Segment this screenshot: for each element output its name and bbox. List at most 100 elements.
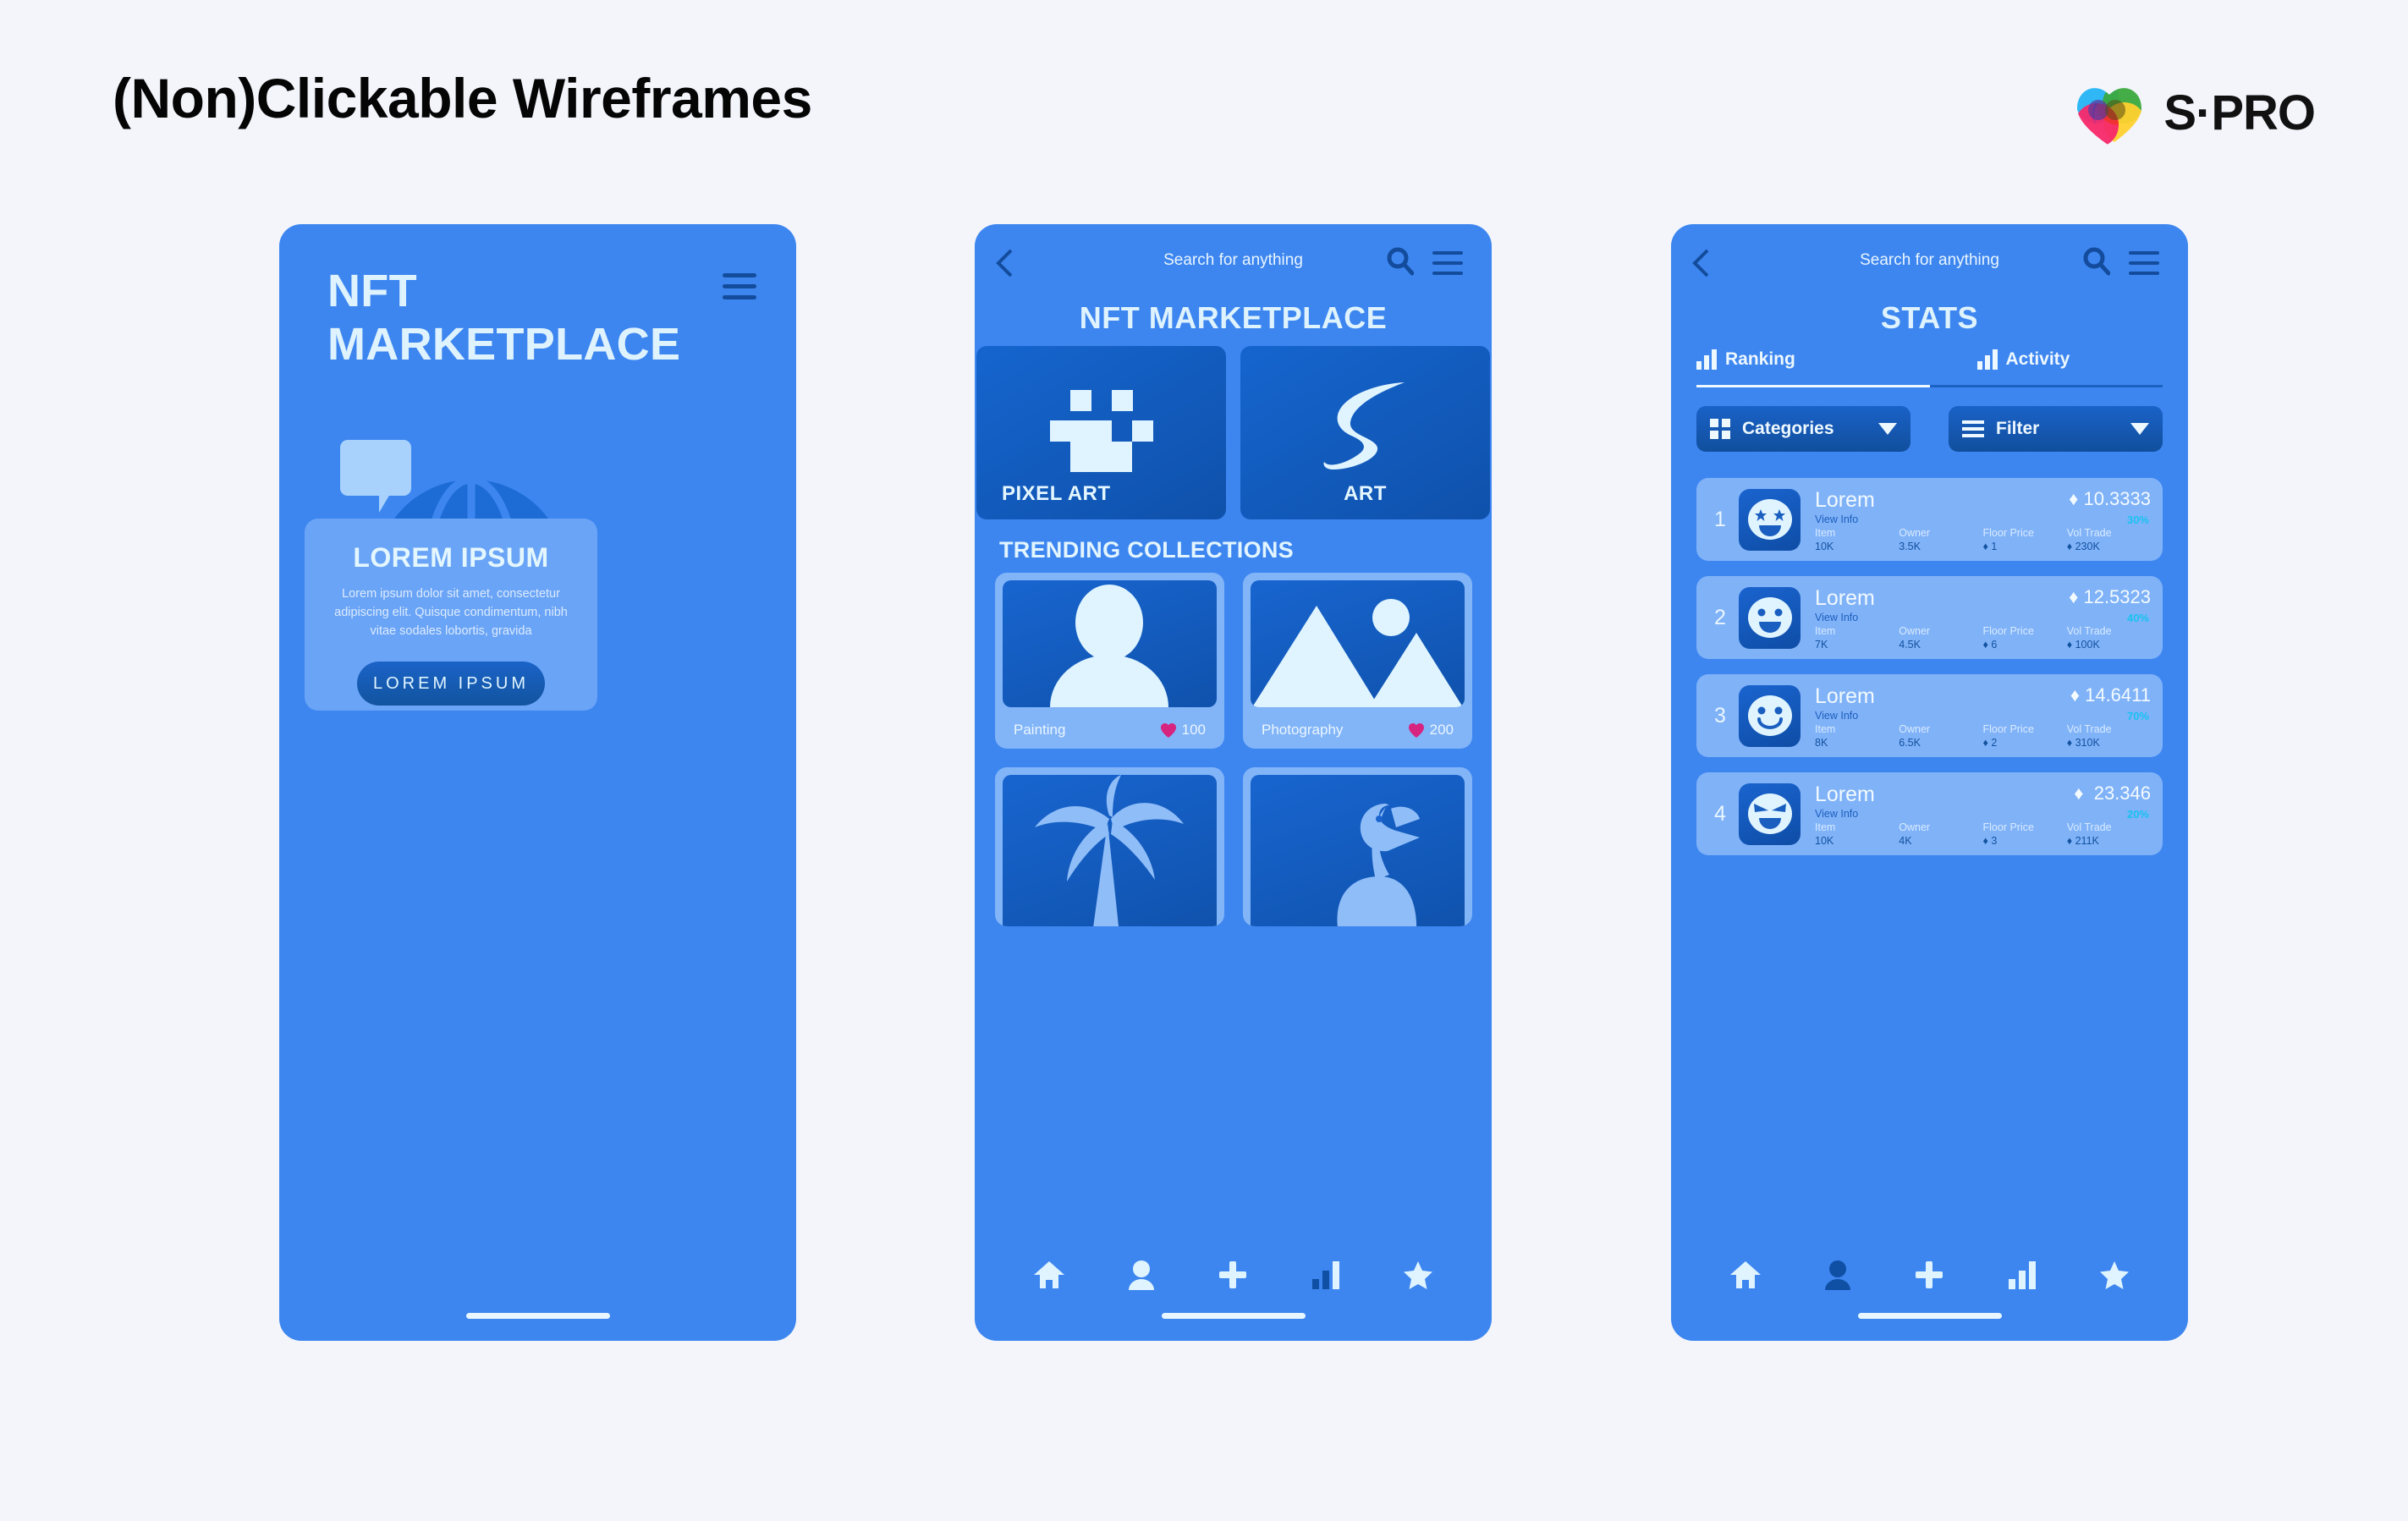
search-icon[interactable] — [1387, 247, 1415, 276]
category-tile-pixel-art[interactable]: PIXEL ART — [976, 346, 1226, 519]
table-row[interactable]: 3 Lorem View Info ♦ 14.6411 70% Item 8K … — [1696, 674, 2163, 757]
view-info-link[interactable]: View Info — [1815, 513, 2151, 525]
palm-tree-icon — [1003, 775, 1217, 926]
chevron-down-icon — [2130, 423, 2149, 435]
collection-likes: 200 — [1408, 722, 1454, 739]
person-avatar-icon — [1003, 580, 1217, 707]
phone-screen-stats: Search for anything STATS Ranking Activi… — [1671, 224, 2188, 1341]
screen3-title: STATS — [1880, 300, 1979, 335]
person-icon[interactable] — [1824, 1260, 1851, 1290]
s-swirl-icon — [1319, 378, 1412, 480]
table-row[interactable]: 4 Lorem View Info ♦ 23.346 20% Item 10K … — [1696, 772, 2163, 855]
search-input[interactable]: Search for anything — [1860, 251, 1999, 270]
stat-item: Item 10K — [1815, 821, 1836, 847]
tab-label: Activity — [2005, 349, 2070, 369]
stat-floor-price: Floor Price ♦ 2 — [1982, 723, 2034, 749]
search-input[interactable]: Search for anything — [1163, 251, 1303, 270]
item-price: ♦ 23.346 — [2074, 782, 2151, 804]
collection-meta: Painting 100 — [1014, 722, 1206, 739]
phone-screen-home: NFT MARKETPLACE LOREM IPSUM Lorem ipsum … — [279, 224, 796, 1341]
ranking-list: 1 Lorem View Info ♦ 10.3333 30% Item 10K… — [1696, 478, 2163, 855]
item-price: ♦ 10.3333 — [2069, 488, 2151, 509]
page-title: (Non)Clickable Wireframes — [113, 67, 812, 129]
bar-chart-icon — [1976, 349, 1998, 370]
plus-icon[interactable] — [1914, 1260, 1944, 1290]
bottom-nav — [1671, 1253, 2188, 1297]
stat-vol-trade: Vol Trade ♦ 310K — [2066, 723, 2112, 749]
stats-tabs: Ranking Activity — [1671, 349, 2188, 380]
collection-meta: Photography 200 — [1262, 722, 1454, 739]
stat-floor-price: Floor Price ♦ 1 — [1982, 527, 2034, 552]
search-icon[interactable] — [2083, 247, 2111, 276]
collection-label: Painting — [1014, 722, 1066, 738]
star-eyes-emoji — [1747, 499, 1792, 540]
avatar — [1739, 782, 1801, 845]
table-row[interactable]: 2 Lorem View Info ♦ 12.5323 40% Item 7K … — [1696, 576, 2163, 659]
devious-emoji — [1747, 793, 1792, 834]
promo-card-title: LOREM IPSUM — [353, 542, 549, 573]
home-indicator — [1857, 1313, 2002, 1319]
collection-card[interactable]: Photography 200 — [1243, 573, 1472, 749]
chevron-left-icon[interactable] — [1691, 248, 1710, 278]
collection-like-count: 200 — [1429, 722, 1454, 738]
collection-card[interactable] — [1243, 767, 1472, 926]
collection-card[interactable]: Painting 100 — [995, 573, 1224, 749]
pixel-face-icon — [1049, 390, 1153, 476]
item-price: ♦ 14.6411 — [2070, 684, 2151, 706]
row-body: Lorem View Info ♦ 23.346 20% Item 10K Own… — [1801, 779, 2151, 848]
view-info-link[interactable]: View Info — [1815, 808, 2151, 820]
tab-ranking[interactable]: Ranking — [1671, 349, 1908, 380]
stat-floor-price: Floor Price ♦ 6 — [1982, 625, 2034, 651]
plus-icon[interactable] — [1218, 1260, 1248, 1290]
collection-card[interactable] — [995, 767, 1224, 926]
tab-activity[interactable]: Activity — [1908, 349, 2189, 380]
stat-owner: Owner 4K — [1899, 821, 1931, 847]
promo-card-body: Lorem ipsum dolor sit amet, consectetur … — [334, 587, 568, 638]
row-body: Lorem View Info ♦ 10.3333 30% Item 10K Ow… — [1801, 485, 2151, 554]
stat-vol-trade: Vol Trade ♦ 230K — [2066, 527, 2112, 552]
home-icon[interactable] — [1729, 1260, 1762, 1290]
stat-vol-trade: Vol Trade ♦ 211K — [2066, 821, 2112, 847]
heart-icon — [1160, 722, 1176, 738]
rank-number: 1 — [1714, 507, 1726, 531]
row-stats: Item 10K Owner 3.5K Floor Price ♦ 1 Vol Tra… — [1815, 527, 2151, 552]
flamingo-icon — [1251, 775, 1465, 926]
category-label: ART — [1344, 482, 1387, 505]
lines-icon — [1962, 420, 1984, 437]
promo-cta-button[interactable]: LOREM IPSUM — [357, 662, 545, 706]
hamburger-icon[interactable] — [1432, 251, 1463, 275]
person-icon[interactable] — [1128, 1260, 1155, 1290]
smiley-open-emoji — [1747, 597, 1792, 638]
row-body: Lorem View Info ♦ 14.6411 70% Item 8K Own… — [1801, 681, 2151, 750]
brand-name: S·PRO — [2163, 85, 2316, 140]
chevron-left-icon[interactable] — [995, 248, 1014, 278]
stat-owner: Owner 4.5K — [1899, 625, 1931, 651]
row-stats: Item 10K Owner 4K Floor Price ♦ 3 Vol Trade… — [1815, 821, 2151, 847]
row-stats: Item 7K Owner 4.5K Floor Price ♦ 6 Vol Trad… — [1815, 625, 2151, 651]
screen3-topbar: Search for anything — [1671, 243, 2188, 288]
smiley-closed-emoji — [1747, 695, 1792, 736]
home-indicator — [1161, 1313, 1306, 1319]
category-tile-art[interactable]: ART — [1240, 346, 1490, 519]
wireframe-showcase-page: (Non)Clickable Wireframes S·PRO NFT MARK… — [0, 0, 2408, 1521]
star-icon[interactable] — [1403, 1260, 1433, 1289]
avatar — [1739, 488, 1801, 551]
star-icon[interactable] — [2099, 1260, 2130, 1289]
bar-chart-icon[interactable] — [2008, 1260, 2037, 1289]
price-change: 70% — [2126, 710, 2149, 722]
stat-owner: Owner 6.5K — [1899, 723, 1931, 749]
view-info-link[interactable]: View Info — [1815, 612, 2151, 623]
categories-dropdown[interactable]: Categories — [1696, 406, 1910, 452]
bar-chart-icon[interactable] — [1311, 1260, 1340, 1289]
price-change: 20% — [2126, 808, 2149, 821]
hamburger-icon[interactable] — [723, 273, 756, 299]
table-row[interactable]: 1 Lorem View Info ♦ 10.3333 30% Item 10K… — [1696, 478, 2163, 561]
screen2-topbar: Search for anything — [975, 243, 1492, 288]
item-price: ♦ 12.5323 — [2069, 586, 2151, 607]
home-icon[interactable] — [1033, 1260, 1065, 1290]
hamburger-icon[interactable] — [2129, 251, 2159, 275]
collection-likes: 100 — [1160, 722, 1206, 739]
bottom-nav — [975, 1253, 1492, 1297]
filter-dropdown[interactable]: Filter — [1949, 406, 2163, 452]
view-info-link[interactable]: View Info — [1815, 710, 2151, 722]
